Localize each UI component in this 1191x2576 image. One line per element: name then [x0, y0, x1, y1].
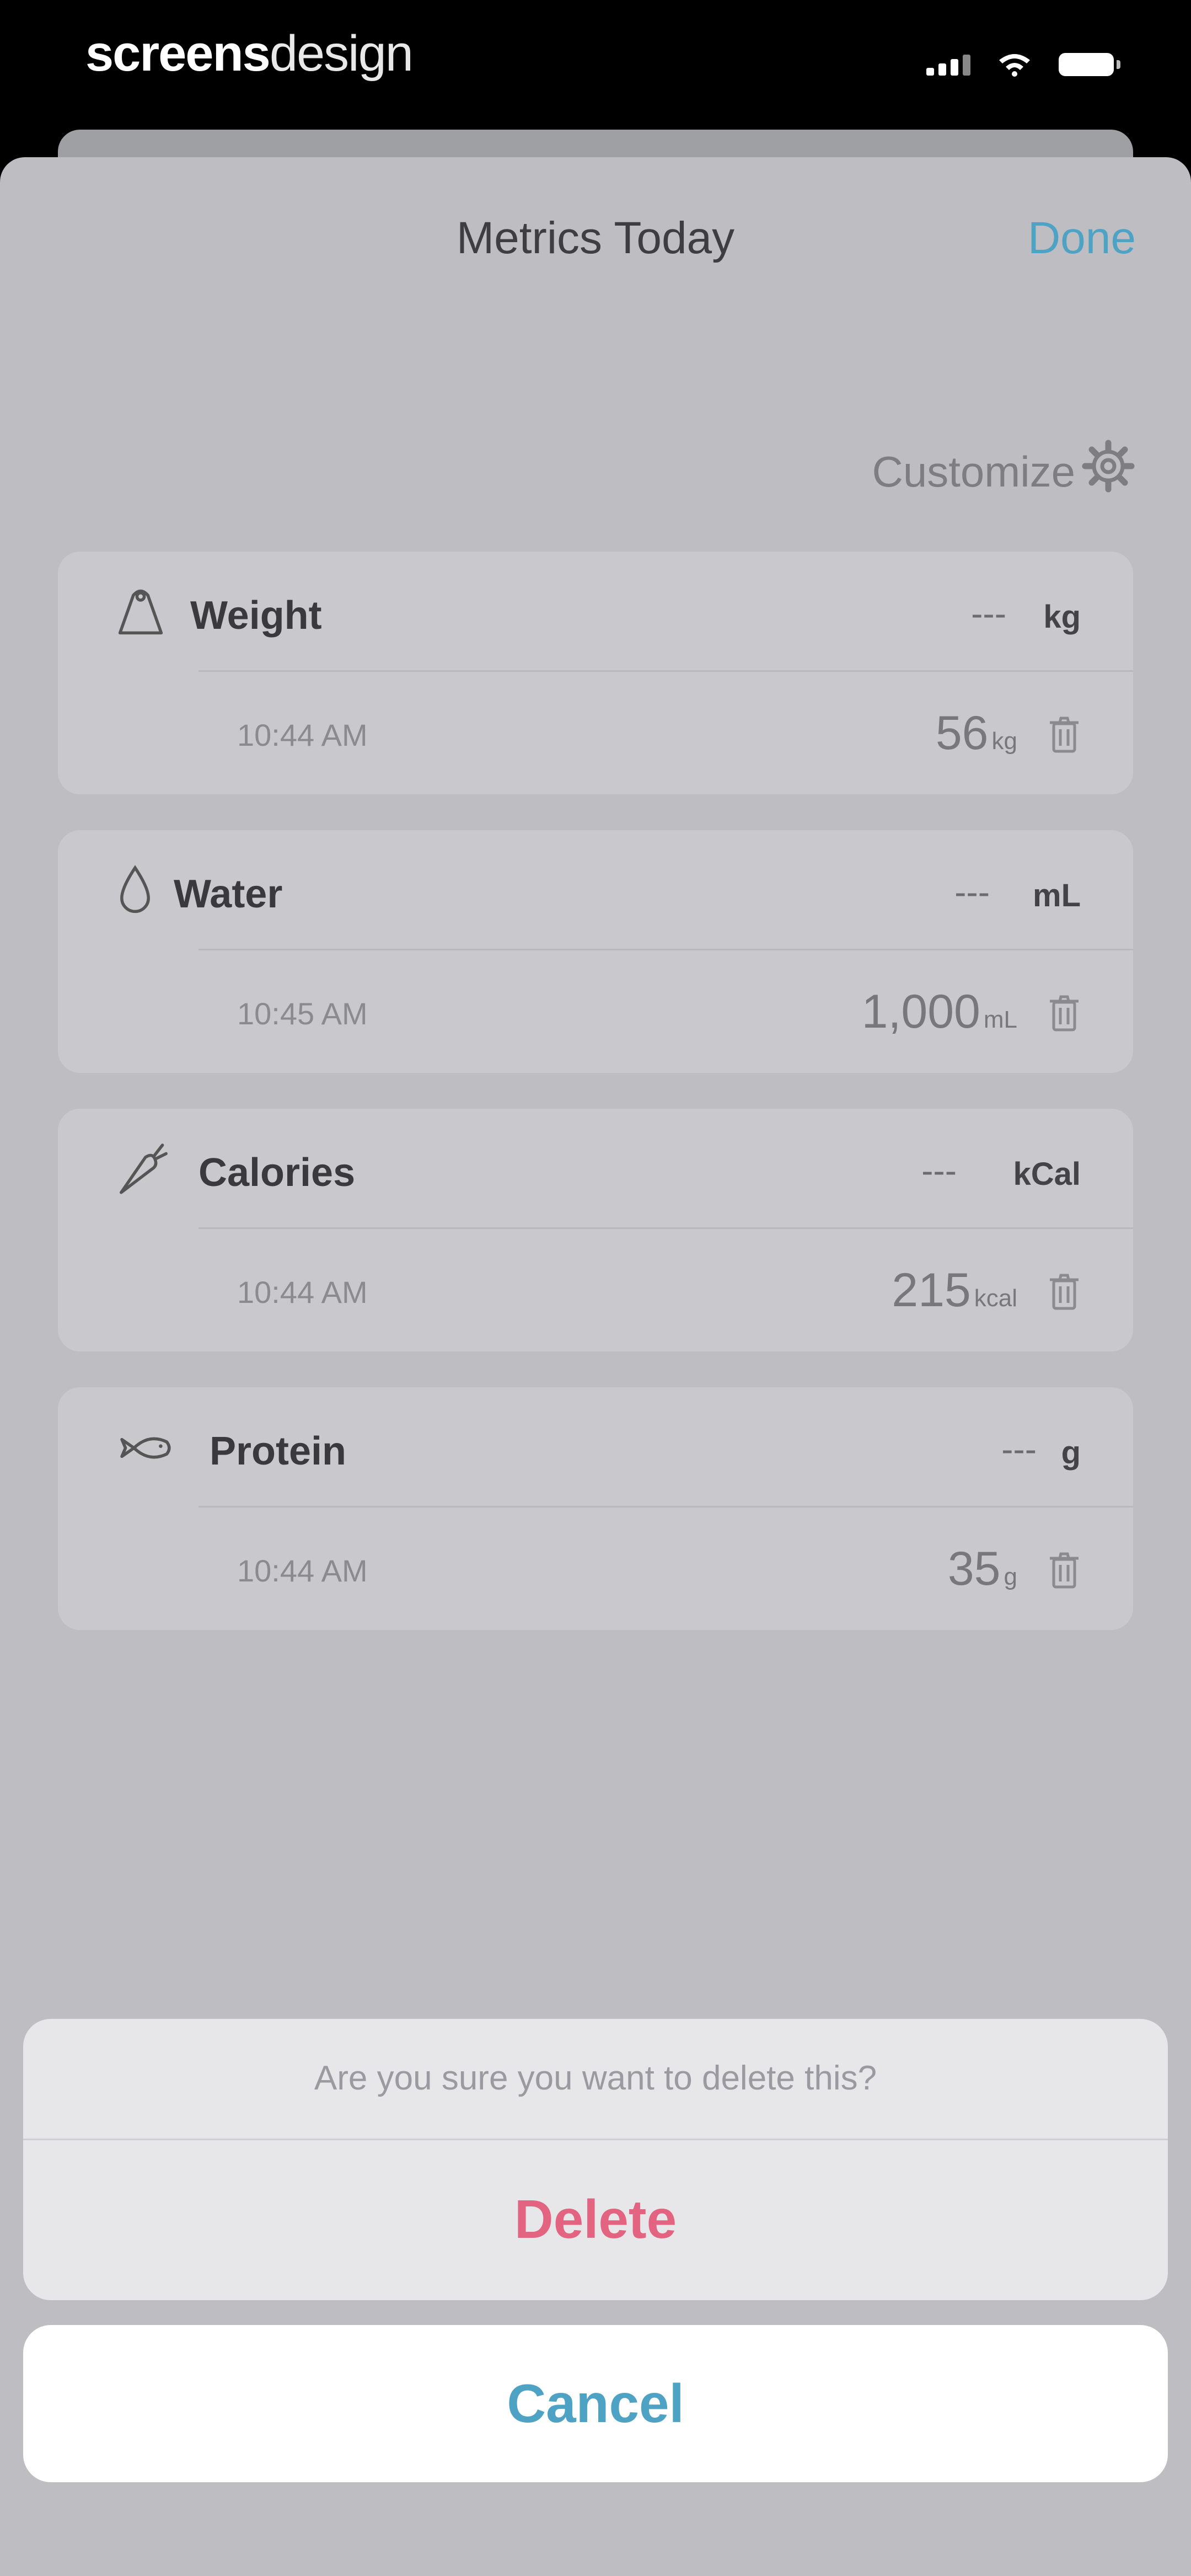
entry-value: 56 kg [936, 706, 1017, 761]
done-button[interactable]: Done [1028, 212, 1136, 264]
brand-light: design [269, 25, 414, 82]
entry-time: 10:44 AM [237, 718, 368, 752]
trash-icon[interactable] [1048, 1273, 1081, 1312]
action-sheet-message: Are you sure you want to delete this? [314, 2059, 877, 2097]
metric-unit: g [1061, 1435, 1081, 1471]
metric-card-protein[interactable]: Protein --- g 10:44 AM 35 g [58, 1387, 1133, 1630]
metric-name: Weight [190, 594, 322, 638]
entry-time: 10:44 AM [237, 1553, 368, 1588]
signal-icon [926, 54, 970, 76]
metric-name: Water [174, 872, 283, 916]
wifi-icon [999, 54, 1030, 77]
trash-icon[interactable] [1048, 995, 1081, 1033]
entry-value-unit: kcal [974, 1285, 1017, 1312]
trash-icon[interactable] [1048, 1552, 1081, 1590]
delete-button[interactable]: Delete [23, 2139, 1168, 2300]
metric-unit: kCal [1013, 1156, 1081, 1192]
metric-name: Calories [198, 1151, 356, 1195]
metric-card-water[interactable]: Water --- mL 10:45 AM 1,000 mL [58, 830, 1133, 1073]
fish-icon [120, 1437, 171, 1459]
entry-time: 10:45 AM [237, 996, 368, 1031]
entry-value: 215 kcal [892, 1263, 1017, 1318]
divider [198, 1506, 1133, 1508]
entry-value-unit: mL [983, 1006, 1017, 1033]
entry-value: 35 g [948, 1542, 1017, 1596]
entry-value: 1,000 mL [862, 985, 1017, 1039]
brand-watermark: screensdesign [85, 25, 414, 83]
customize-button[interactable]: Customize [872, 447, 1075, 497]
carrot-icon [120, 1143, 168, 1194]
entry-value-number: 1,000 [861, 985, 980, 1038]
gear-icon[interactable] [1081, 439, 1136, 494]
brand-bold: screens [85, 25, 271, 82]
metric-placeholder: --- [1001, 1429, 1037, 1469]
divider [198, 670, 1133, 672]
trash-icon[interactable] [1048, 716, 1081, 755]
metric-placeholder: --- [954, 872, 990, 912]
weight-icon [118, 589, 163, 635]
divider [198, 949, 1133, 950]
entry-value-number: 215 [892, 1264, 971, 1317]
status-bar: screensdesign [0, 0, 1191, 138]
status-icons [926, 52, 1120, 77]
metric-unit: kg [1043, 599, 1081, 635]
metric-placeholder: --- [921, 1151, 957, 1190]
entry-value-unit: g [1004, 1563, 1017, 1590]
divider [198, 1227, 1133, 1229]
metric-card-weight[interactable]: Weight --- kg 10:44 AM 56 kg [58, 552, 1133, 794]
battery-icon [1059, 53, 1120, 76]
entry-value-unit: kg [991, 728, 1017, 755]
metric-placeholder: --- [971, 594, 1006, 633]
water-drop-icon [120, 865, 150, 913]
entry-time: 10:44 AM [237, 1275, 368, 1310]
delete-confirmation-sheet: Are you sure you want to delete this? De… [23, 2019, 1168, 2300]
metric-card-calories[interactable]: Calories --- kCal 10:44 AM 215 kcal [58, 1109, 1133, 1351]
entry-value-number: 56 [935, 707, 989, 760]
cancel-button[interactable]: Cancel [23, 2325, 1168, 2482]
entry-value-number: 35 [947, 1542, 1001, 1595]
metric-name: Protein [210, 1429, 347, 1473]
metric-unit: mL [1033, 878, 1081, 913]
page-title: Metrics Today [456, 213, 735, 263]
